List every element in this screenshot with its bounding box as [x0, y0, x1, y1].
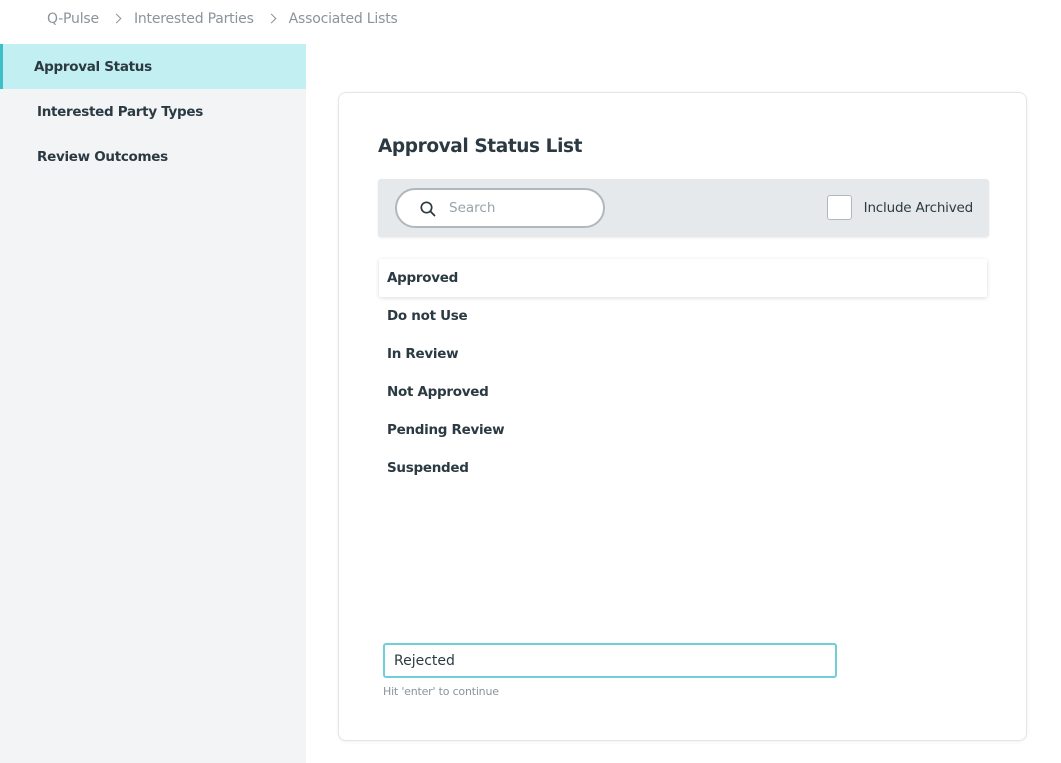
include-archived-label: Include Archived	[863, 199, 974, 216]
search-box[interactable]	[395, 188, 605, 228]
chevron-right-icon	[111, 13, 122, 24]
sidebar-item-interested-party-types[interactable]: Interested Party Types	[0, 89, 306, 134]
sidebar-item-approval-status[interactable]: Approval Status	[0, 44, 306, 89]
list-item[interactable]: Approved	[379, 259, 987, 297]
new-item-input[interactable]	[383, 643, 837, 678]
list-card: Approval Status List Include Archived Ap…	[338, 92, 1027, 741]
breadcrumb-item-interested-parties[interactable]: Interested Parties	[134, 11, 254, 27]
sidebar-item-label: Review Outcomes	[37, 148, 168, 165]
list-item[interactable]: In Review	[379, 335, 987, 373]
search-icon	[420, 201, 436, 217]
search-input[interactable]	[449, 198, 589, 218]
breadcrumb-item-associated-lists: Associated Lists	[288, 11, 398, 27]
sidebar-item-review-outcomes[interactable]: Review Outcomes	[0, 134, 306, 179]
list-toolbar: Include Archived	[378, 179, 989, 237]
sidebar-item-label: Approval Status	[34, 58, 152, 75]
new-item-hint: Hit 'enter' to continue	[383, 685, 499, 698]
sidebar-item-label: Interested Party Types	[37, 103, 203, 120]
chevron-right-icon	[266, 13, 277, 24]
list-item[interactable]: Pending Review	[379, 411, 987, 449]
list-item[interactable]: Not Approved	[379, 373, 987, 411]
sidebar: Approval Status Interested Party Types R…	[0, 44, 306, 763]
list-item[interactable]: Suspended	[379, 449, 987, 487]
list-item[interactable]: Do not Use	[379, 297, 987, 335]
include-archived-toggle[interactable]: Include Archived	[826, 195, 974, 220]
breadcrumb: Q-Pulse Interested Parties Associated Li…	[47, 11, 398, 27]
status-list: Approved Do not Use In Review Not Approv…	[379, 259, 987, 487]
page-title: Approval Status List	[378, 136, 583, 157]
breadcrumb-item-qpulse[interactable]: Q-Pulse	[47, 11, 99, 27]
include-archived-checkbox[interactable]	[826, 195, 852, 220]
